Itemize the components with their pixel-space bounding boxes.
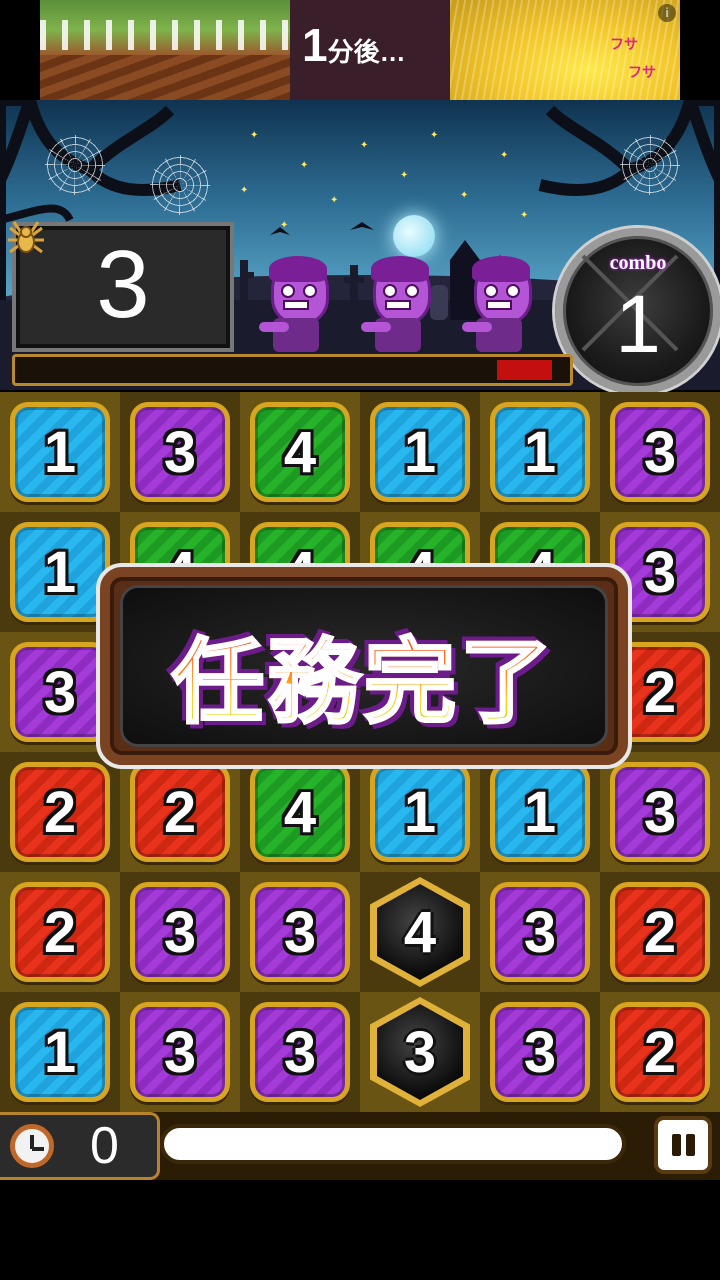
tile-number: 2: [43, 779, 77, 845]
number-tile[interactable]: 1: [10, 402, 110, 502]
tile-number: 4: [283, 419, 317, 485]
combo-value: 1: [615, 279, 661, 370]
number-tile[interactable]: 2: [10, 762, 110, 862]
spider-web: [150, 155, 210, 215]
tile-number: 4: [283, 779, 317, 845]
tile-number: 3: [163, 899, 197, 965]
tile-number: 1: [403, 779, 437, 845]
number-tile[interactable]: 1: [370, 762, 470, 862]
tile-number: 2: [163, 779, 197, 845]
tile-number: 1: [43, 539, 77, 605]
number-tile[interactable]: 3: [250, 882, 350, 982]
number-tile[interactable]: 3: [130, 402, 230, 502]
number-tile[interactable]: 2: [610, 1002, 710, 1102]
number-tile[interactable]: 3: [130, 882, 230, 982]
tile-number: 1: [43, 419, 77, 485]
time-bar: [160, 1124, 626, 1164]
number-tile[interactable]: 2: [10, 882, 110, 982]
ad-wheat-image: フサ フサ: [450, 0, 680, 100]
combo-medallion: combo 1: [555, 228, 720, 394]
tile-number: 3: [163, 419, 197, 485]
enemy-counter-value: 3: [96, 231, 150, 338]
tile-number: 1: [523, 419, 557, 485]
number-tile[interactable]: 1: [490, 402, 590, 502]
clock-icon: [10, 1124, 54, 1168]
zombie-enemy: [361, 256, 431, 352]
ad-banner[interactable]: 1分後… フサ フサ i: [40, 0, 680, 100]
tile-number: 3: [643, 779, 677, 845]
spider-web: [45, 135, 105, 195]
ad-headline: 1分後…: [302, 19, 406, 71]
tile-number: 1: [523, 779, 557, 845]
number-tile[interactable]: 3: [610, 402, 710, 502]
number-tile[interactable]: 1: [10, 522, 110, 622]
pause-icon[interactable]: [654, 1116, 712, 1174]
number-tile[interactable]: 2: [130, 762, 230, 862]
number-tile[interactable]: 4: [250, 402, 350, 502]
number-tile[interactable]: 1: [10, 1002, 110, 1102]
tile-number: 3: [283, 899, 317, 965]
tile-number: 3: [523, 899, 557, 965]
tile-number: 2: [643, 1019, 677, 1085]
tile-number: 3: [643, 419, 677, 485]
number-tile[interactable]: 1: [490, 762, 590, 862]
number-tile[interactable]: 3: [490, 882, 590, 982]
tile-number: 3: [403, 1019, 437, 1085]
number-tile[interactable]: 2: [610, 882, 710, 982]
tile-number: 2: [43, 899, 77, 965]
timer-value: 0: [90, 1117, 119, 1175]
mission-complete-dialog: 任務完了: [96, 563, 632, 769]
number-tile[interactable]: 1: [370, 402, 470, 502]
tile-number: 3: [43, 659, 77, 725]
ad-sound-text: フサ: [628, 65, 656, 81]
enemy-hp-bar: [12, 354, 573, 386]
tile-number: 1: [43, 1019, 77, 1085]
tile-number: 2: [643, 899, 677, 965]
enemy-hp-fill: [497, 360, 552, 380]
ad-sound-text: フサ: [610, 37, 638, 53]
combo-label: combo: [609, 252, 667, 274]
number-tile[interactable]: 3: [490, 1002, 590, 1102]
tile-number: 3: [283, 1019, 317, 1085]
spider-icon: [8, 221, 44, 254]
number-tile[interactable]: 3: [610, 762, 710, 862]
special-hex-tile[interactable]: 3: [370, 997, 470, 1107]
tile-number: 3: [523, 1019, 557, 1085]
zombie-enemy: [259, 256, 329, 352]
number-tile[interactable]: 3: [250, 1002, 350, 1102]
number-tile[interactable]: 3: [130, 1002, 230, 1102]
tile-number: 1: [403, 419, 437, 485]
tile-number: 3: [163, 1019, 197, 1085]
tile-number: 4: [403, 899, 437, 965]
number-tile[interactable]: 3: [10, 642, 110, 742]
zombie-enemy: [462, 256, 532, 352]
mission-complete-text: 任務完了: [123, 608, 605, 741]
spider-web: [620, 135, 680, 195]
ad-farm-image: [40, 0, 290, 100]
info-icon[interactable]: i: [658, 4, 676, 22]
special-hex-tile[interactable]: 4: [370, 877, 470, 987]
number-tile[interactable]: 4: [250, 762, 350, 862]
